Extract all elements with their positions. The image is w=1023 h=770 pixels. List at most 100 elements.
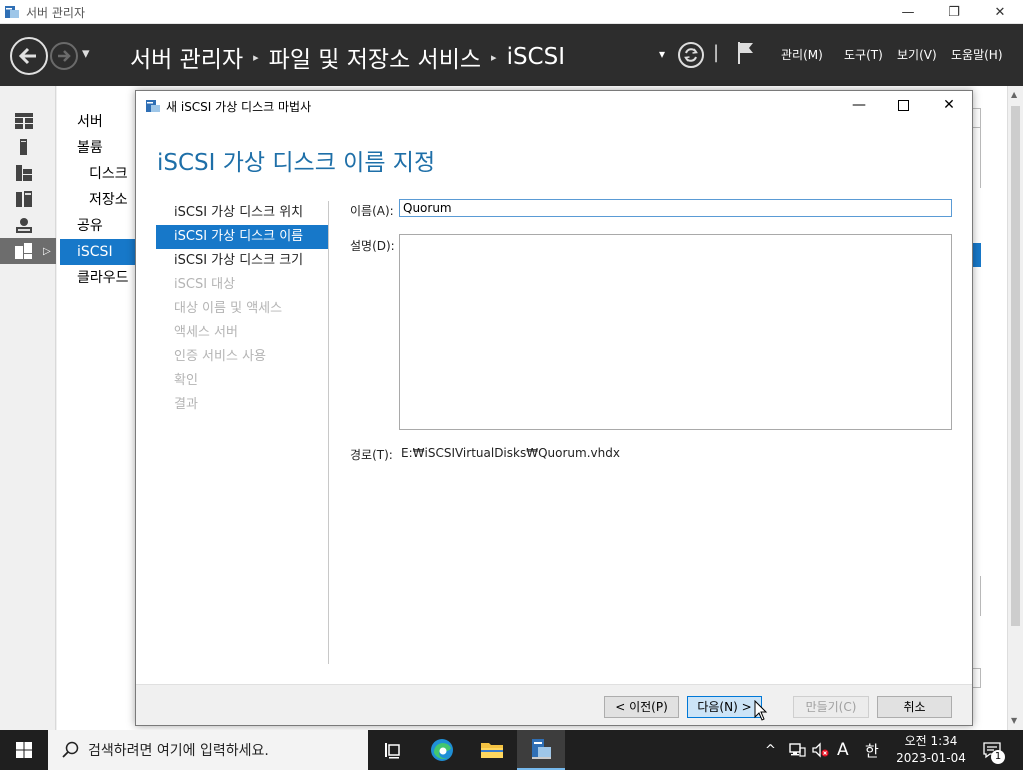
arrow-left-icon xyxy=(18,47,36,65)
task-view-icon xyxy=(385,743,400,759)
breadcrumb: 서버 관리자 ▸ 파일 및 저장소 서비스 ▸ iSCSI xyxy=(130,40,565,74)
refresh-button[interactable] xyxy=(678,42,704,68)
scroll-thumb[interactable] xyxy=(1011,106,1020,626)
step-size[interactable]: iSCSI 가상 디스크 크기 xyxy=(156,249,328,273)
tray-overflow-chevron[interactable]: ^ xyxy=(765,730,776,770)
start-button[interactable] xyxy=(0,730,48,770)
dialog-maximize-button[interactable] xyxy=(880,91,926,119)
step-results: 결과 xyxy=(174,397,198,412)
breadcrumb-server-manager[interactable]: 서버 관리자 xyxy=(130,40,243,74)
notifications-flag-icon[interactable] xyxy=(736,40,756,66)
dialog-title: 새 iSCSI 가상 디스크 마법사 xyxy=(166,100,312,114)
windows-logo-icon xyxy=(16,742,32,758)
subnav-servers[interactable]: 서버 xyxy=(60,109,137,135)
subnav-shares[interactable]: 공유 xyxy=(60,213,137,239)
forward-button[interactable] xyxy=(50,42,78,70)
breadcrumb-dropdown-icon[interactable]: ▾ xyxy=(659,47,665,61)
background-panel-border xyxy=(973,668,981,688)
step-confirmation: 확인 xyxy=(174,373,198,388)
rail-iscsi[interactable]: ▷ xyxy=(0,238,56,264)
server-manager-taskbar-button[interactable] xyxy=(517,730,565,770)
taskbar: 검색하려면 여기에 입력하세요. ^ A 한 오전 1:34 2023-01-0… xyxy=(0,730,1023,770)
server-manager-icon xyxy=(532,739,551,759)
dialog-close-button[interactable]: ✕ xyxy=(926,91,972,119)
notification-count-badge: 1 xyxy=(991,750,1005,764)
path-label: 경로(T): xyxy=(350,448,393,462)
restore-button[interactable]: ❐ xyxy=(931,0,977,24)
refresh-icon xyxy=(684,48,698,62)
ime-language-indicator[interactable]: 한 xyxy=(865,730,879,770)
minimize-button[interactable]: — xyxy=(885,0,931,24)
cancel-button[interactable]: 취소 xyxy=(877,696,952,718)
roles-icon xyxy=(16,218,32,233)
scroll-up-icon[interactable]: ▲ xyxy=(1011,90,1017,99)
step-name[interactable]: iSCSI 가상 디스크 이름 xyxy=(156,225,328,249)
arrow-right-icon xyxy=(58,50,71,62)
name-label: 이름(A): xyxy=(350,204,394,218)
dialog-footer: < 이전(P) 다음(N) > 만들기(C) 취소 xyxy=(136,684,972,725)
back-button[interactable] xyxy=(10,37,48,75)
rail-file-storage[interactable] xyxy=(0,186,56,212)
scroll-down-icon[interactable]: ▼ xyxy=(1011,716,1017,725)
rail-dashboard[interactable] xyxy=(0,108,56,134)
steps-divider xyxy=(328,201,329,664)
breadcrumb-separator-icon: ▸ xyxy=(253,50,259,64)
background-panel-border xyxy=(973,108,981,128)
network-tray-button[interactable] xyxy=(788,730,806,770)
subnav-volumes[interactable]: 볼륨 xyxy=(60,135,137,161)
volume-muted-icon xyxy=(812,742,829,758)
create-button: 만들기(C) xyxy=(793,696,869,718)
file-explorer-taskbar-button[interactable] xyxy=(468,730,516,770)
sub-navigation: 서버 볼륨 디스크 저장소 공유 iSCSI 클라우드 xyxy=(57,86,137,730)
step-target: iSCSI 대상 xyxy=(174,277,236,292)
server-manager-icon xyxy=(5,6,19,18)
notification-center-button[interactable]: 1 xyxy=(982,730,1005,770)
subnav-disks[interactable]: 디스크 xyxy=(60,161,137,187)
mouse-cursor-icon xyxy=(754,700,768,721)
step-location[interactable]: iSCSI 가상 디스크 위치 xyxy=(156,201,328,225)
content-scrollbar[interactable]: ▲ ▼ xyxy=(1007,86,1023,730)
clock-date: 2023-01-04 xyxy=(896,751,966,765)
name-input[interactable] xyxy=(399,199,952,217)
description-input[interactable] xyxy=(399,234,952,430)
breadcrumb-file-storage[interactable]: 파일 및 저장소 서비스 xyxy=(269,40,481,74)
previous-button[interactable]: < 이전(P) xyxy=(604,696,679,718)
window-titlebar: 서버 관리자 — ❐ ✕ xyxy=(0,0,1023,24)
dashboard-icon xyxy=(15,113,33,129)
ime-mode-indicator[interactable]: A xyxy=(837,730,849,770)
navigation-rail: ▷ xyxy=(0,86,56,730)
search-placeholder: 검색하려면 여기에 입력하세요. xyxy=(88,743,269,759)
menu-help[interactable]: 도움말(H) xyxy=(951,46,1003,63)
subnav-cloud[interactable]: 클라우드 xyxy=(60,265,137,291)
volume-tray-button[interactable] xyxy=(812,730,830,770)
breadcrumb-separator-icon: ▸ xyxy=(491,50,497,64)
clock-time: 오전 1:34 xyxy=(904,734,958,748)
edge-taskbar-button[interactable] xyxy=(418,730,466,770)
network-icon xyxy=(789,743,806,757)
history-dropdown-icon[interactable]: ▾ xyxy=(82,44,90,62)
background-panel-border xyxy=(973,128,981,188)
menu-view[interactable]: 보기(V) xyxy=(897,46,937,63)
dialog-minimize-button[interactable]: — xyxy=(836,91,882,119)
background-panel-border xyxy=(973,576,981,616)
menu-manage[interactable]: 관리(M) xyxy=(781,46,823,63)
taskbar-search-box[interactable]: 검색하려면 여기에 입력하세요. xyxy=(48,730,368,770)
taskbar-clock[interactable]: 오전 1:34 2023-01-04 xyxy=(893,733,969,767)
subnav-iscsi[interactable]: iSCSI xyxy=(60,239,137,265)
search-icon xyxy=(62,741,79,758)
page-heading: iSCSI 가상 디스크 이름 지정 xyxy=(157,150,436,176)
next-button[interactable]: 다음(N) > xyxy=(687,696,762,718)
breadcrumb-iscsi[interactable]: iSCSI xyxy=(507,44,565,70)
close-button[interactable]: ✕ xyxy=(977,0,1023,24)
task-view-button[interactable] xyxy=(368,730,416,770)
iscsi-icon xyxy=(15,243,32,259)
rail-roles[interactable] xyxy=(0,212,56,238)
maximize-icon xyxy=(897,99,909,111)
rail-all-servers[interactable] xyxy=(0,160,56,186)
header-divider: | xyxy=(713,42,720,63)
subnav-storage-pools[interactable]: 저장소 xyxy=(60,187,137,213)
menu-tools[interactable]: 도구(T) xyxy=(844,46,883,63)
path-value: E:₩iSCSIVirtualDisks₩Quorum.vhdx xyxy=(401,446,620,460)
step-enable-authentication: 인증 서비스 사용 xyxy=(174,349,266,364)
rail-local-server[interactable] xyxy=(0,134,56,160)
